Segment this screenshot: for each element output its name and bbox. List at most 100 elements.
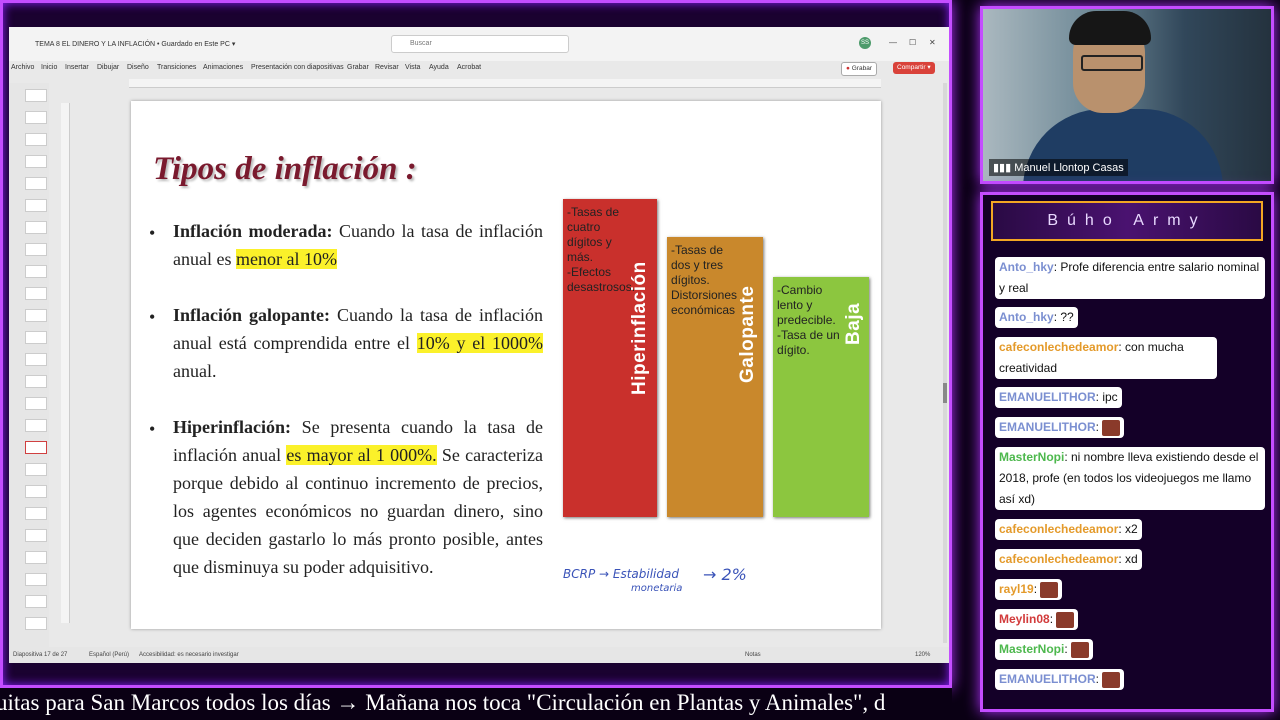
powerpoint-window: TEMA 8 EL DINERO Y LA INFLACIÓN • Guarda… <box>9 27 949 663</box>
emote-icon <box>1056 611 1075 628</box>
status-language[interactable]: Español (Perú) <box>89 652 129 658</box>
chat-user[interactable]: cafeconlechedeamor <box>999 522 1118 536</box>
tab-inicio[interactable]: Inicio <box>41 64 57 71</box>
slide-thumbnails <box>9 83 49 651</box>
slide-thumbnail[interactable] <box>25 309 47 322</box>
tab-revisar[interactable]: Revisar <box>375 64 399 71</box>
chat-message: Anto_hky: Profe diferencia entre salario… <box>995 257 1265 299</box>
horizontal-ruler <box>129 79 881 88</box>
status-accessibility[interactable]: Accesibilidad: es necesario investigar <box>139 652 239 658</box>
slide-thumbnail[interactable] <box>25 199 47 212</box>
grabar-button[interactable]: ● Grabar <box>841 62 877 76</box>
minimize-icon[interactable]: — <box>889 38 897 47</box>
presentation-frame: TEMA 8 EL DINERO Y LA INFLACIÓN • Guarda… <box>0 0 952 688</box>
ticker-bar: uitas para San Marcos todos los días → M… <box>0 688 952 720</box>
chat-user[interactable]: EMANUELITHOR <box>999 420 1096 434</box>
chat-title: Búho Army <box>991 201 1263 241</box>
tab-grabar[interactable]: Grabar <box>347 64 369 71</box>
status-notes[interactable]: Notas <box>745 652 761 658</box>
slide-thumbnail[interactable] <box>25 419 47 432</box>
chat-message: EMANUELITHOR: ipc <box>995 387 1122 408</box>
emote-icon <box>1040 581 1059 598</box>
share-button[interactable]: Compartir ▾ <box>893 62 935 74</box>
webcam-panel: ▮▮▮ Manuel Llontop Casas <box>980 6 1274 184</box>
highlight: 10% y el 1000% <box>416 333 543 353</box>
scrollbar-thumb[interactable] <box>943 383 947 403</box>
record-icon: ● <box>846 65 850 72</box>
slide-thumbnail[interactable] <box>25 133 47 146</box>
chat-text: : xd <box>1118 552 1138 566</box>
slide-thumbnail[interactable] <box>25 111 47 124</box>
tab-ayuda[interactable]: Ayuda <box>429 64 449 71</box>
tab-vista[interactable]: Vista <box>405 64 420 71</box>
bullet-moderada: Inflación moderada: Cuando la tasa de in… <box>173 217 543 273</box>
status-zoom[interactable]: 120% <box>915 652 930 658</box>
chat-user[interactable]: cafeconlechedeamor <box>999 340 1118 354</box>
chat-message: MasterNopi: <box>995 639 1094 660</box>
slide-thumbnail[interactable] <box>25 89 47 102</box>
tab-diseno[interactable]: Diseño <box>127 64 149 71</box>
status-bar: Diapositiva 17 de 27 Español (Perú) Acce… <box>9 647 949 663</box>
slide-thumbnail[interactable] <box>25 573 47 586</box>
close-icon[interactable]: ✕ <box>929 38 936 47</box>
slide-thumbnail[interactable] <box>25 243 47 256</box>
chat-user[interactable]: MasterNopi <box>999 450 1064 464</box>
slide-thumbnail-selected[interactable] <box>25 441 47 454</box>
chat-user[interactable]: rayl19 <box>999 582 1034 596</box>
chat-text: : ipc <box>1095 390 1118 404</box>
slide-thumbnail[interactable] <box>25 463 47 476</box>
slide-thumbnail[interactable] <box>25 331 47 344</box>
chat-user[interactable]: Anto_hky <box>999 260 1054 274</box>
bullet-head: Inflación moderada: <box>173 221 333 241</box>
bar-hiperinflacion: -Tasas de cuatro dígitos y más. -Efectos… <box>563 199 657 517</box>
ribbon-tabs: Archivo Inicio Insertar Dibujar Diseño T… <box>9 61 949 77</box>
slide-thumbnail[interactable] <box>25 617 47 630</box>
slide-thumbnail[interactable] <box>25 485 47 498</box>
slide-thumbnail[interactable] <box>25 551 47 564</box>
bullet-hiperinflacion: Hiperinflación: Se presenta cuando la ta… <box>173 413 543 581</box>
vertical-scrollbar[interactable] <box>943 83 947 643</box>
tab-dibujar[interactable]: Dibujar <box>97 64 119 71</box>
chat-message: cafeconlechedeamor: xd <box>995 549 1142 570</box>
search-box[interactable]: Buscar <box>391 35 569 53</box>
slide-canvas[interactable]: Tipos de inflación : • Inflación moderad… <box>131 101 881 629</box>
tab-insertar[interactable]: Insertar <box>65 64 89 71</box>
slide-thumbnail[interactable] <box>25 287 47 300</box>
tab-archivo[interactable]: Archivo <box>11 64 34 71</box>
chat-user[interactable]: EMANUELITHOR <box>999 672 1096 686</box>
chat-user[interactable]: Anto_hky <box>999 310 1054 324</box>
presenter-name-text: Manuel Llontop Casas <box>1014 162 1124 174</box>
ticker-text: uitas para San Marcos todos los días → M… <box>0 690 886 715</box>
bullet-head: Inflación galopante: <box>173 305 331 325</box>
handwriting-note: monetaria <box>631 583 683 594</box>
chat-message: Meylin08: <box>995 609 1079 630</box>
chat-message: Anto_hky: ?? <box>995 307 1078 328</box>
tab-transiciones[interactable]: Transiciones <box>157 64 196 71</box>
tab-presentacion[interactable]: Presentación con diapositivas <box>251 64 344 71</box>
chat-user[interactable]: EMANUELITHOR <box>999 390 1096 404</box>
compartir-label: Compartir <box>897 64 926 71</box>
slide-thumbnail[interactable] <box>25 265 47 278</box>
chat-user[interactable]: cafeconlechedeamor <box>999 552 1118 566</box>
tab-acrobat[interactable]: Acrobat <box>457 64 481 71</box>
slide-thumbnail[interactable] <box>25 155 47 168</box>
signal-icon: ▮▮▮ <box>993 162 1012 174</box>
bullet-text: anual. <box>173 361 217 381</box>
avatar[interactable]: SS <box>859 37 871 49</box>
chat-user[interactable]: Meylin08 <box>999 612 1050 626</box>
slide-thumbnail[interactable] <box>25 595 47 608</box>
slide-thumbnail[interactable] <box>25 397 47 410</box>
emote-icon <box>1102 671 1121 688</box>
maximize-icon[interactable]: ☐ <box>909 38 916 47</box>
slide-thumbnail[interactable] <box>25 375 47 388</box>
slide-thumbnail[interactable] <box>25 529 47 542</box>
vertical-ruler <box>61 103 70 623</box>
slide-thumbnail[interactable] <box>25 507 47 520</box>
slide-thumbnail[interactable] <box>25 353 47 366</box>
slide-thumbnail[interactable] <box>25 177 47 190</box>
chat-user[interactable]: MasterNopi <box>999 642 1064 656</box>
slide-thumbnail[interactable] <box>25 221 47 234</box>
chat-text: : <box>1049 612 1054 626</box>
tab-animaciones[interactable]: Animaciones <box>203 64 243 71</box>
bar-label: Hiperinflación <box>629 261 650 395</box>
